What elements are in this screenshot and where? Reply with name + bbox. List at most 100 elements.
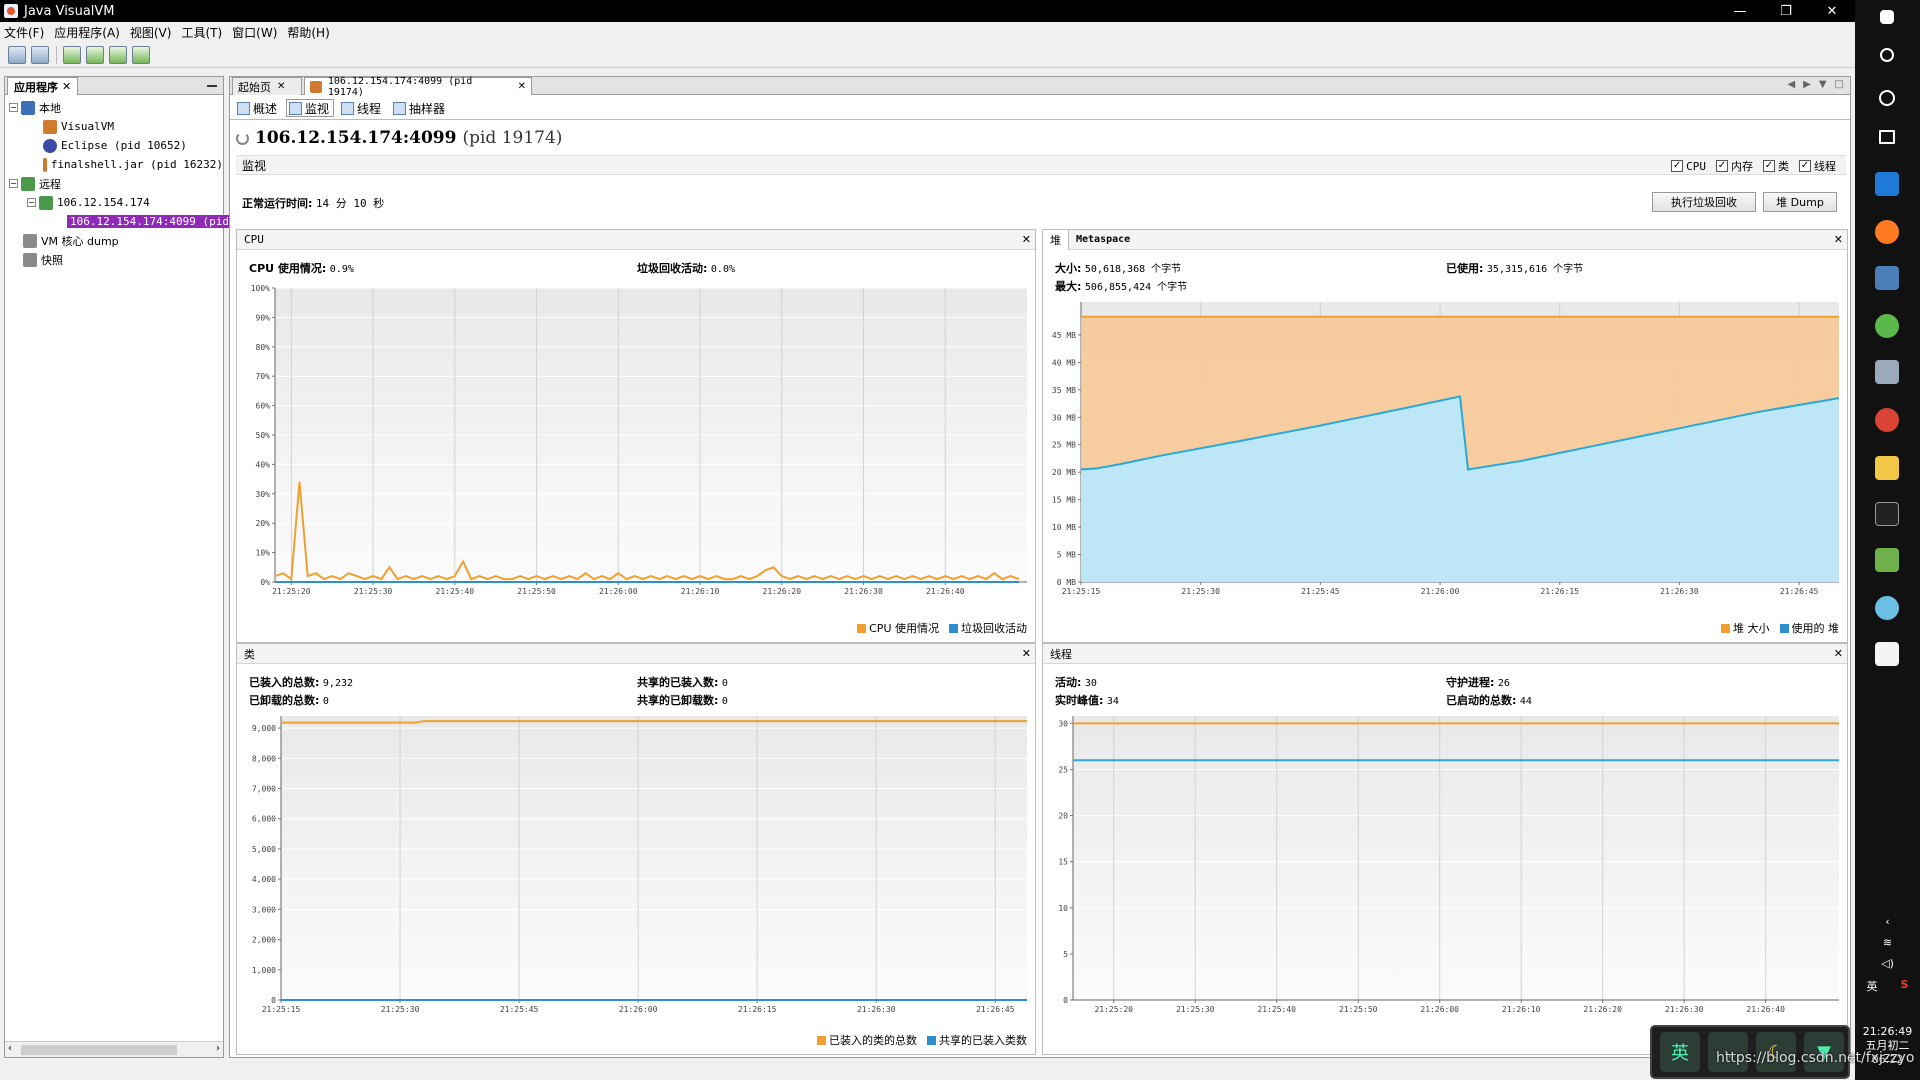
network-tray-icon[interactable]: ≋ <box>1855 936 1920 949</box>
tree-node-eclipse[interactable]: Eclipse (pid 10652) <box>5 136 223 155</box>
windows-start-icon[interactable] <box>1880 10 1894 24</box>
y-tick-label: 30 MB <box>1052 413 1076 422</box>
close-icon[interactable]: ✕ <box>1834 647 1843 660</box>
remote-desktop-icon[interactable] <box>1875 266 1899 290</box>
perform-gc-button[interactable]: 执行垃圾回收 <box>1652 192 1756 212</box>
y-tick-label: 35 MB <box>1052 386 1076 395</box>
qq-icon[interactable] <box>1875 596 1899 620</box>
heap-used-stat: 已使用: 35,315,616 个字节 <box>1446 262 1584 275</box>
menu-file[interactable]: 文件(F) <box>4 24 44 41</box>
chrome-icon[interactable] <box>1875 408 1899 432</box>
menu-window[interactable]: 窗口(W) <box>232 24 277 41</box>
tab-metaspace[interactable]: Metaspace <box>1069 230 1137 250</box>
uptime: 正常运行时间: 14 分 10 秒 <box>242 197 385 210</box>
checkbox-memory[interactable]: ✓ 内存 <box>1716 158 1753 174</box>
close-icon[interactable]: ✕ <box>1834 233 1843 246</box>
scroll-tabs-left-icon[interactable]: ◀ <box>1787 79 1795 90</box>
add-snapshot-icon[interactable] <box>132 45 150 64</box>
x-tick-label: 21:25:30 <box>1181 587 1220 596</box>
y-tick-label: 40 MB <box>1052 358 1076 367</box>
tree-node-remote[interactable]: − 远程 <box>5 174 223 193</box>
collapse-icon[interactable]: − <box>27 198 36 207</box>
task-view-icon[interactable] <box>1879 130 1895 144</box>
tree-node-core-dump[interactable]: VM 核心 dump <box>5 231 223 250</box>
sogou-icon[interactable]: S <box>1901 978 1909 994</box>
save-icon[interactable] <box>31 45 49 64</box>
maximize-window-icon[interactable]: □ <box>1835 79 1844 90</box>
close-icon[interactable]: ✕ <box>62 80 71 93</box>
load-snapshot-icon[interactable] <box>8 45 26 64</box>
search-icon[interactable] <box>1880 48 1894 62</box>
menu-applications[interactable]: 应用程序(A) <box>54 24 120 41</box>
tab-heap[interactable]: 堆 <box>1043 229 1069 250</box>
add-jmx-connection-icon[interactable] <box>63 45 81 64</box>
scroll-left-icon[interactable]: ‹ <box>8 1043 12 1054</box>
menu-tools[interactable]: 工具(T) <box>181 24 222 41</box>
close-icon[interactable]: ✕ <box>1022 233 1031 246</box>
collapse-icon[interactable]: − <box>9 179 18 188</box>
menu-view[interactable]: 视图(V) <box>130 24 172 41</box>
tab-jmx-application[interactable]: 106.12.154.174:4099 (pid 19174) ✕ <box>304 76 532 98</box>
x-tick-label: 21:26:10 <box>1502 1005 1541 1014</box>
spring-tool-icon[interactable] <box>1875 314 1899 338</box>
applications-tab[interactable]: 应用程序 ✕ <box>7 77 79 95</box>
heap-dump-button[interactable]: 堆 Dump <box>1763 192 1837 212</box>
tree-node-local[interactable]: − 本地 <box>5 98 223 117</box>
scroll-right-icon[interactable]: › <box>216 1043 220 1054</box>
x-tick-label: 21:26:40 <box>1746 1005 1785 1014</box>
tree-node-remote-host[interactable]: − 106.12.154.174 <box>5 193 223 212</box>
minimize-panel-icon[interactable] <box>207 85 217 87</box>
add-remote-host-icon[interactable] <box>86 45 104 64</box>
tab-overview[interactable]: 概述 <box>234 99 282 117</box>
scroll-tabs-right-icon[interactable]: ▶ <box>1803 79 1811 90</box>
eclipse-icon <box>43 138 57 153</box>
view-tabs: 概述 监视 线程 抽样器 <box>234 99 450 117</box>
checkbox-cpu[interactable]: ✓ CPU <box>1671 158 1706 174</box>
legend-cpu-usage: CPU 使用情况 <box>857 620 939 636</box>
java-icon <box>43 157 47 172</box>
ime-language-button[interactable]: 英 <box>1660 1032 1700 1072</box>
firefox-icon[interactable] <box>1875 220 1899 244</box>
checkbox-threads[interactable]: ✓ 线程 <box>1799 158 1836 174</box>
applications-tabbar: 应用程序 ✕ <box>5 77 223 95</box>
input-language[interactable]: 英 <box>1867 978 1878 994</box>
y-tick-label: 50% <box>256 431 271 440</box>
volume-icon[interactable]: ◁) <box>1855 957 1920 970</box>
tab-monitor[interactable]: 监视 <box>286 99 335 117</box>
y-tick-label: 0 MB <box>1057 578 1076 587</box>
document-tabbar: 起始页 ✕ 106.12.154.174:4099 (pid 19174) ✕ … <box>230 76 1850 98</box>
tab-threads[interactable]: 线程 <box>338 99 386 117</box>
close-button[interactable]: ✕ <box>1809 0 1855 22</box>
tree-node-visualvm[interactable]: VisualVM <box>5 117 223 136</box>
maximize-button[interactable]: ❐ <box>1763 0 1809 22</box>
close-icon[interactable]: ✕ <box>518 81 526 92</box>
x-tick-label: 21:26:00 <box>1420 1005 1459 1014</box>
x-tick-label: 21:25:15 <box>262 1005 301 1014</box>
add-core-dump-icon[interactable] <box>109 45 127 64</box>
scrollbar-thumb[interactable] <box>21 1045 177 1055</box>
horizontal-scrollbar[interactable]: ‹ › <box>5 1041 223 1057</box>
tab-start-page[interactable]: 起始页 ✕ <box>232 77 302 95</box>
close-icon[interactable]: ✕ <box>277 81 285 92</box>
y-tick-label: 6,000 <box>252 815 276 824</box>
notepad-icon[interactable] <box>1875 548 1899 572</box>
tab-sampler[interactable]: 抽样器 <box>390 99 450 117</box>
close-icon[interactable]: ✕ <box>1022 647 1031 660</box>
minimize-button[interactable]: — <box>1717 0 1763 22</box>
cortana-icon[interactable] <box>1879 90 1895 106</box>
collapse-icon[interactable]: − <box>9 103 18 112</box>
heap-size-stat: 大小: 50,618,368 个字节 <box>1055 262 1182 275</box>
visualvm-taskbar-icon[interactable] <box>1875 360 1899 384</box>
java-taskbar-icon[interactable] <box>1875 642 1899 666</box>
tree-node-jmx-connection[interactable]: 106.12.154.174:4099 (pid <box>5 212 232 231</box>
chevron-up-icon[interactable]: ‹ <box>1855 915 1920 928</box>
tree-node-snapshots[interactable]: 快照 <box>5 250 223 269</box>
menu-help[interactable]: 帮助(H) <box>287 24 329 41</box>
edge-icon[interactable] <box>1875 172 1899 196</box>
file-explorer-icon[interactable] <box>1875 456 1899 480</box>
shared-loaded-stat: 共享的已装入数: 0 <box>637 676 728 689</box>
tab-list-dropdown-icon[interactable]: ▼ <box>1819 79 1827 90</box>
checkbox-classes[interactable]: ✓ 类 <box>1763 158 1789 174</box>
terminal-icon[interactable] <box>1875 502 1899 526</box>
tree-node-finalshell[interactable]: finalshell.jar (pid 16232) <box>5 155 223 174</box>
